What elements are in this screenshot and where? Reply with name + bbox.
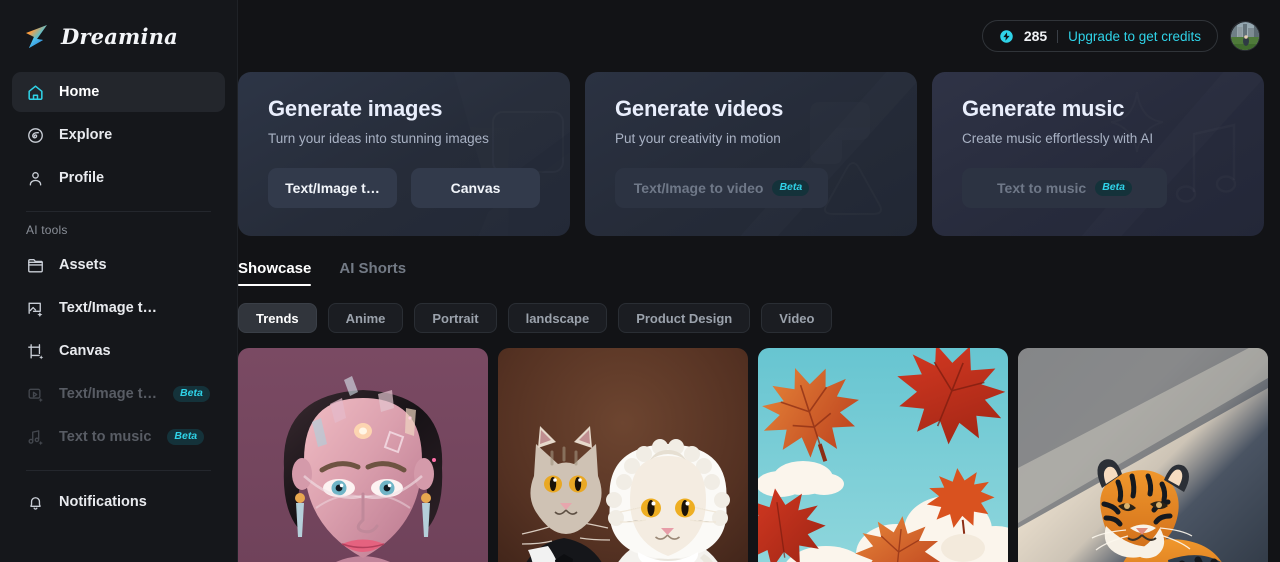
chip-label: Trends [256, 310, 299, 326]
card-button-text-image-to-video[interactable]: Text/Image to video Beta [615, 168, 828, 208]
avatar-image [1231, 22, 1259, 50]
folder-icon [28, 258, 43, 273]
card-title: Generate videos [615, 96, 784, 121]
chip-label: landscape [525, 310, 590, 326]
sidebar-item-label: Notifications [59, 494, 147, 510]
sidebar-item-label: Text/Image t… [59, 386, 158, 402]
dreamina-arrow-logo-icon [26, 25, 47, 48]
showcase-tabs: Showcase AI Shorts [238, 260, 1280, 286]
home-icon [28, 84, 43, 100]
chrome-glass-portrait-woman-pink-image [238, 348, 488, 562]
chip-anime[interactable]: Anime [327, 303, 404, 333]
sidebar-section-label: AI tools [26, 223, 68, 237]
sidebar-item-profile[interactable]: Profile [12, 158, 225, 198]
chip-label: Portrait [432, 310, 479, 326]
chip-label: Video [779, 310, 815, 326]
canvas-crop-icon [28, 343, 44, 359]
pill-separator [1057, 29, 1059, 43]
beta-badge: Beta [173, 385, 210, 403]
sidebar-item-home[interactable]: Home [12, 72, 225, 112]
filter-chips: Trends Anime Portrait landscape Product … [238, 303, 1280, 333]
sidebar-divider-top [26, 211, 211, 212]
dreamina-app-window: Dreamina Home Explore Profile AI tools A… [0, 0, 1280, 562]
sidebar-item-label: Canvas [59, 343, 111, 359]
credits-pill[interactable]: 285 Upgrade to get credits [981, 20, 1218, 52]
person-icon [29, 171, 42, 186]
bell-icon [30, 496, 41, 510]
beta-badge: Beta [167, 428, 205, 446]
sidebar-item-label: Assets [59, 257, 107, 273]
chip-product-design[interactable]: Product Design [618, 303, 751, 333]
sidebar: Dreamina Home Explore Profile AI tools A… [0, 0, 238, 562]
showcase-tile[interactable] [758, 348, 1008, 562]
chip-video[interactable]: Video [761, 303, 833, 333]
card-generate-videos[interactable]: Generate videos Put your creativity in m… [585, 72, 917, 236]
card-button-label: Text to music [997, 180, 1087, 196]
chip-portrait[interactable]: Portrait [414, 303, 497, 333]
tab-label: AI Shorts [339, 260, 407, 277]
compass-icon [28, 127, 43, 143]
sidebar-item-label: Profile [59, 170, 105, 186]
credits-amount: 285 [1023, 28, 1048, 44]
card-title: Generate images [268, 96, 443, 121]
upgrade-link[interactable]: Upgrade to get credits [1068, 29, 1201, 44]
card-button-canvas[interactable]: Canvas [411, 168, 540, 208]
topbar: 285 Upgrade to get credits [238, 0, 1280, 72]
chip-landscape[interactable]: landscape [507, 303, 608, 333]
card-button-text-image-to-image[interactable]: Text/Image t… [268, 168, 397, 208]
sidebar-item-label: Home [59, 84, 100, 100]
avatar[interactable] [1230, 21, 1260, 51]
sidebar-tools-nav: Assets Text/Image t… Canvas Text/Image t… [0, 245, 237, 457]
sidebar-item-explore[interactable]: Explore [12, 115, 225, 155]
card-actions: Text/Image t… Canvas [268, 168, 542, 208]
sidebar-item-label: Text/Image t… [59, 300, 158, 316]
tab-label: Showcase [238, 260, 312, 277]
sidebar-item-notifications[interactable]: Notifications [12, 482, 225, 522]
brand-logo[interactable]: Dreamina [0, 0, 237, 72]
sidebar-item-label: Explore [59, 127, 113, 143]
card-button-label: Text/Image t… [285, 180, 380, 196]
card-generate-music[interactable]: Generate music Create music effortlessly… [932, 72, 1264, 236]
music-spark-icon [28, 429, 43, 445]
tab-ai-shorts[interactable]: AI Shorts [339, 260, 406, 286]
brand-name: Dreamina [61, 23, 178, 49]
video-spark-icon [28, 388, 43, 402]
card-button-label: Canvas [450, 180, 501, 196]
wedding-cats-bride-and-groom-image [498, 348, 748, 562]
card-subtitle: Put your creativity in motion [615, 131, 781, 146]
chip-trends[interactable]: Trends [238, 303, 317, 333]
card-generate-images[interactable]: Generate images Turn your ideas into stu… [238, 72, 570, 236]
chip-label: Product Design [636, 310, 733, 326]
sidebar-divider-bottom [26, 470, 211, 471]
sidebar-item-canvas[interactable]: Canvas [12, 331, 225, 371]
card-button-text-to-music[interactable]: Text to music Beta [962, 168, 1167, 208]
sidebar-item-text-image-to-video[interactable]: Text/Image t… Beta [12, 374, 225, 414]
main-content: 285 Upgrade to get credits Generate imag… [238, 0, 1280, 562]
tiger-on-beige-dune-image [1018, 348, 1268, 562]
card-button-label: Text/Image to video [633, 180, 764, 196]
sidebar-item-text-to-music[interactable]: Text to music Beta [12, 417, 225, 457]
showcase-tile[interactable] [1018, 348, 1268, 562]
image-spark-icon [28, 302, 43, 317]
autumn-maple-leaves-clouds-green-car-image [758, 348, 1008, 562]
card-subtitle: Turn your ideas into stunning images [268, 131, 489, 146]
chip-label: Anime [345, 310, 386, 326]
sidebar-bottom-nav: Notifications [0, 482, 237, 522]
card-title: Generate music [962, 96, 1125, 121]
card-subtitle: Create music effortlessly with AI [962, 131, 1154, 146]
sidebar-primary-nav: Home Explore Profile [0, 72, 237, 198]
generate-cards-row: Generate images Turn your ideas into stu… [238, 72, 1280, 236]
showcase-grid [238, 348, 1280, 562]
card-actions: Text to music Beta [962, 168, 1236, 208]
beta-badge: Beta [1095, 179, 1132, 197]
sidebar-item-label: Text to music [59, 429, 152, 445]
beta-badge: Beta [772, 179, 810, 197]
tab-showcase[interactable]: Showcase [238, 260, 312, 286]
coin-icon [1000, 29, 1013, 43]
showcase-tile[interactable] [238, 348, 488, 562]
card-actions: Text/Image to video Beta [615, 168, 889, 208]
showcase-tile[interactable] [498, 348, 748, 562]
sidebar-item-text-image-to-image[interactable]: Text/Image t… [12, 288, 225, 328]
sidebar-item-assets[interactable]: Assets [12, 245, 225, 285]
